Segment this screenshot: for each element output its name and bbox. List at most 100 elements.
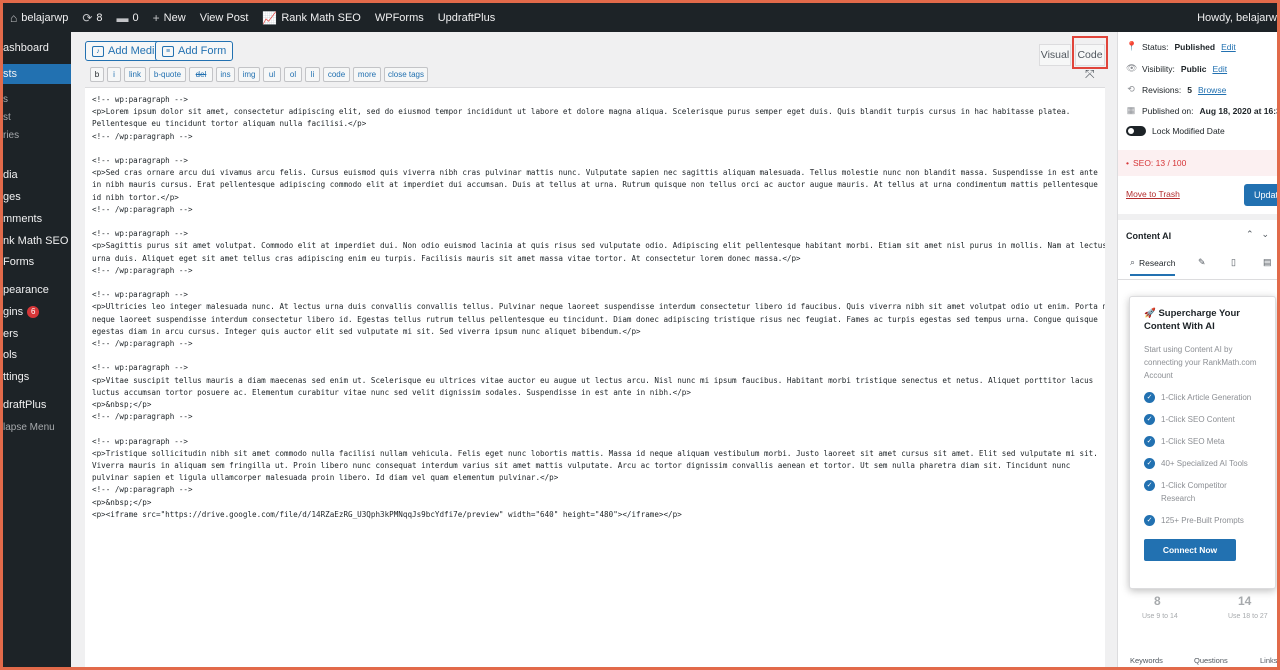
stat-right-sub: Use 18 to 27 [1228, 613, 1268, 620]
admin-bar-site[interactable]: ⌂ belajarwp [3, 3, 75, 32]
lock-modified-row: Lock Modified Date [1126, 126, 1225, 136]
tab-visual[interactable]: Visual [1039, 44, 1071, 66]
plugins-update-badge: 6 [27, 306, 40, 318]
sidebar-item-plugins[interactable]: gins 6 [3, 302, 40, 322]
fullscreen-icon[interactable]: ⤧ [1085, 67, 1095, 82]
tab-keywords[interactable]: Keywords [1130, 656, 1163, 665]
admin-bar-new[interactable]: + New [146, 3, 193, 32]
tab-visual-label: Visual [1040, 49, 1070, 61]
code-line: <!-- /wp:paragraph --> [92, 339, 193, 349]
revisions-browse-link[interactable]: Browse [1198, 85, 1226, 95]
code-line: <p>Lorem ipsum dolor sit amet, consectet… [92, 107, 1071, 117]
qt-ul-button[interactable]: ul [263, 67, 281, 82]
tab-research[interactable]: ⌕ Research [1130, 257, 1176, 276]
code-line: egestas diam in arcu cursus. Integer qui… [92, 326, 641, 336]
revisions-row: ⟲ Revisions: 5 Browse [1126, 84, 1226, 95]
sidebar-subitem-all-posts[interactable]: s [3, 89, 8, 109]
add-form-button[interactable]: ≡ Add Form [155, 41, 234, 61]
feature-item: ✓ 1-Click SEO Content [1144, 413, 1261, 426]
code-line: <p><iframe src="https://drive.google.com… [92, 509, 682, 519]
rank-math-icon: 📈 [262, 10, 278, 25]
qt-more-button[interactable]: more [353, 67, 381, 82]
move-to-trash-link[interactable]: Move to Trash [1126, 189, 1180, 199]
qt-label: img [242, 70, 256, 79]
qt-ol-button[interactable]: ol [284, 67, 302, 82]
feature-item: ✓ 1-Click Competitor Research [1144, 479, 1261, 505]
qt-label: ins [220, 70, 231, 79]
sidebar-item-label: ttings [3, 371, 30, 383]
sidebar-item-tools[interactable]: ols [3, 345, 17, 365]
qt-label: i [113, 70, 115, 79]
qt-img-button[interactable]: img [238, 67, 260, 82]
tab-write[interactable]: ✎ [1198, 257, 1206, 268]
qt-bquote-button[interactable]: b-quote [149, 67, 186, 82]
code-line: urna duis. Aliquet eget sit amet tellus … [92, 253, 801, 263]
connect-now-label: Connect Now [1162, 545, 1218, 555]
sidebar-item-appearance[interactable]: pearance [3, 280, 49, 300]
qt-bold-button[interactable]: b [90, 67, 104, 82]
feature-item: ✓ 40+ Specialized AI Tools [1144, 457, 1261, 470]
qt-close-tags-button[interactable]: close tags [384, 67, 428, 82]
feature-label: 1-Click Competitor Research [1161, 481, 1227, 503]
admin-bar-updates[interactable]: ⟳ 8 [75, 3, 109, 32]
status-label: Status: [1142, 41, 1169, 52]
lock-modified-toggle[interactable] [1126, 126, 1146, 136]
sidebar-item-wpforms[interactable]: Forms [3, 252, 34, 272]
admin-sidebar: ashboard sts s st ries dia ges mments nk… [3, 32, 71, 667]
published-on-row: ▦ Published on: Aug 18, 2020 at 16:31 [1126, 105, 1277, 116]
qt-label: li [310, 70, 315, 79]
sidebar-item-settings[interactable]: ttings [3, 367, 29, 387]
status-edit-link[interactable]: Edit [1221, 42, 1236, 52]
sidebar-item-posts[interactable]: sts [3, 64, 71, 84]
sidebar-item-label: lapse Menu [3, 421, 55, 433]
qt-code-button[interactable]: code [323, 67, 350, 82]
sidebar-item-updraftplus[interactable]: draftPlus [3, 395, 46, 415]
sidebar-item-dashboard[interactable]: ashboard [3, 38, 49, 58]
panel-collapse-icons[interactable]: ⌃⌄ [1246, 229, 1277, 240]
qt-label: b-quote [153, 70, 182, 79]
sidebar-collapse-menu[interactable]: lapse Menu [3, 417, 55, 437]
site-name: belajarwp [21, 11, 69, 24]
seo-score-badge[interactable]: • SEO: 13 / 100 [1118, 150, 1277, 176]
visibility-edit-link[interactable]: Edit [1212, 64, 1227, 74]
research-icon: ⌕ [1130, 257, 1136, 267]
code-tab-highlight [1072, 36, 1108, 69]
sidebar-subitem-categories[interactable]: ries [3, 125, 19, 145]
tab-research-label: Research [1139, 257, 1176, 268]
qt-italic-button[interactable]: i [107, 67, 121, 82]
sidebar-subitem-add-new[interactable]: st [3, 107, 11, 127]
connect-now-button[interactable]: Connect Now [1144, 539, 1236, 561]
quicktags-toolbar: b i link b-quote del ins img ul ol li co… [85, 67, 1105, 87]
admin-bar-comments[interactable]: ▬ 0 [110, 3, 146, 32]
sidebar-item-comments[interactable]: mments [3, 209, 42, 229]
tab-ai-tools[interactable]: ▯ [1231, 257, 1236, 268]
admin-bar-rank-math[interactable]: 📈 Rank Math SEO [255, 3, 367, 32]
code-line: <!-- wp:paragraph --> [92, 156, 189, 165]
sidebar-item-label: pearance [3, 284, 49, 296]
check-icon: ✓ [1144, 515, 1155, 526]
rank-math-label: Rank Math SEO [281, 11, 361, 24]
admin-bar-wpforms[interactable]: WPForms [368, 3, 431, 32]
tab-chat[interactable]: ▤ [1263, 257, 1272, 268]
sidebar-item-pages[interactable]: ges [3, 187, 21, 207]
sidebar-item-users[interactable]: ers [3, 324, 18, 344]
check-icon: ✓ [1144, 414, 1155, 425]
qt-li-button[interactable]: li [305, 67, 320, 82]
qt-label: b [94, 70, 100, 79]
admin-bar-view-post[interactable]: View Post [193, 3, 256, 32]
update-button[interactable]: Update [1244, 184, 1277, 206]
content-ai-title: Content AI [1126, 231, 1172, 241]
qt-link-button[interactable]: link [124, 67, 146, 82]
sidebar-item-label: Forms [3, 256, 35, 268]
admin-bar-updraft[interactable]: UpdraftPlus [431, 3, 502, 32]
classic-editor: ♪ Add Media ≡ Add Form Visual Code b i l… [85, 36, 1108, 667]
tab-questions[interactable]: Questions [1194, 656, 1228, 665]
tab-links[interactable]: Links [1260, 656, 1277, 665]
qt-del-button[interactable]: del [189, 67, 213, 82]
sidebar-item-rank-math[interactable]: nk Math SEO [3, 231, 68, 251]
sidebar-item-media[interactable]: dia [3, 165, 18, 185]
add-form-label: Add Form [178, 45, 227, 57]
content-textarea[interactable]: <!-- wp:paragraph --> <p>Lorem ipsum dolo… [85, 87, 1105, 667]
qt-ins-button[interactable]: ins [216, 67, 235, 82]
admin-bar-account[interactable]: Howdy, belajarw [1190, 3, 1277, 32]
